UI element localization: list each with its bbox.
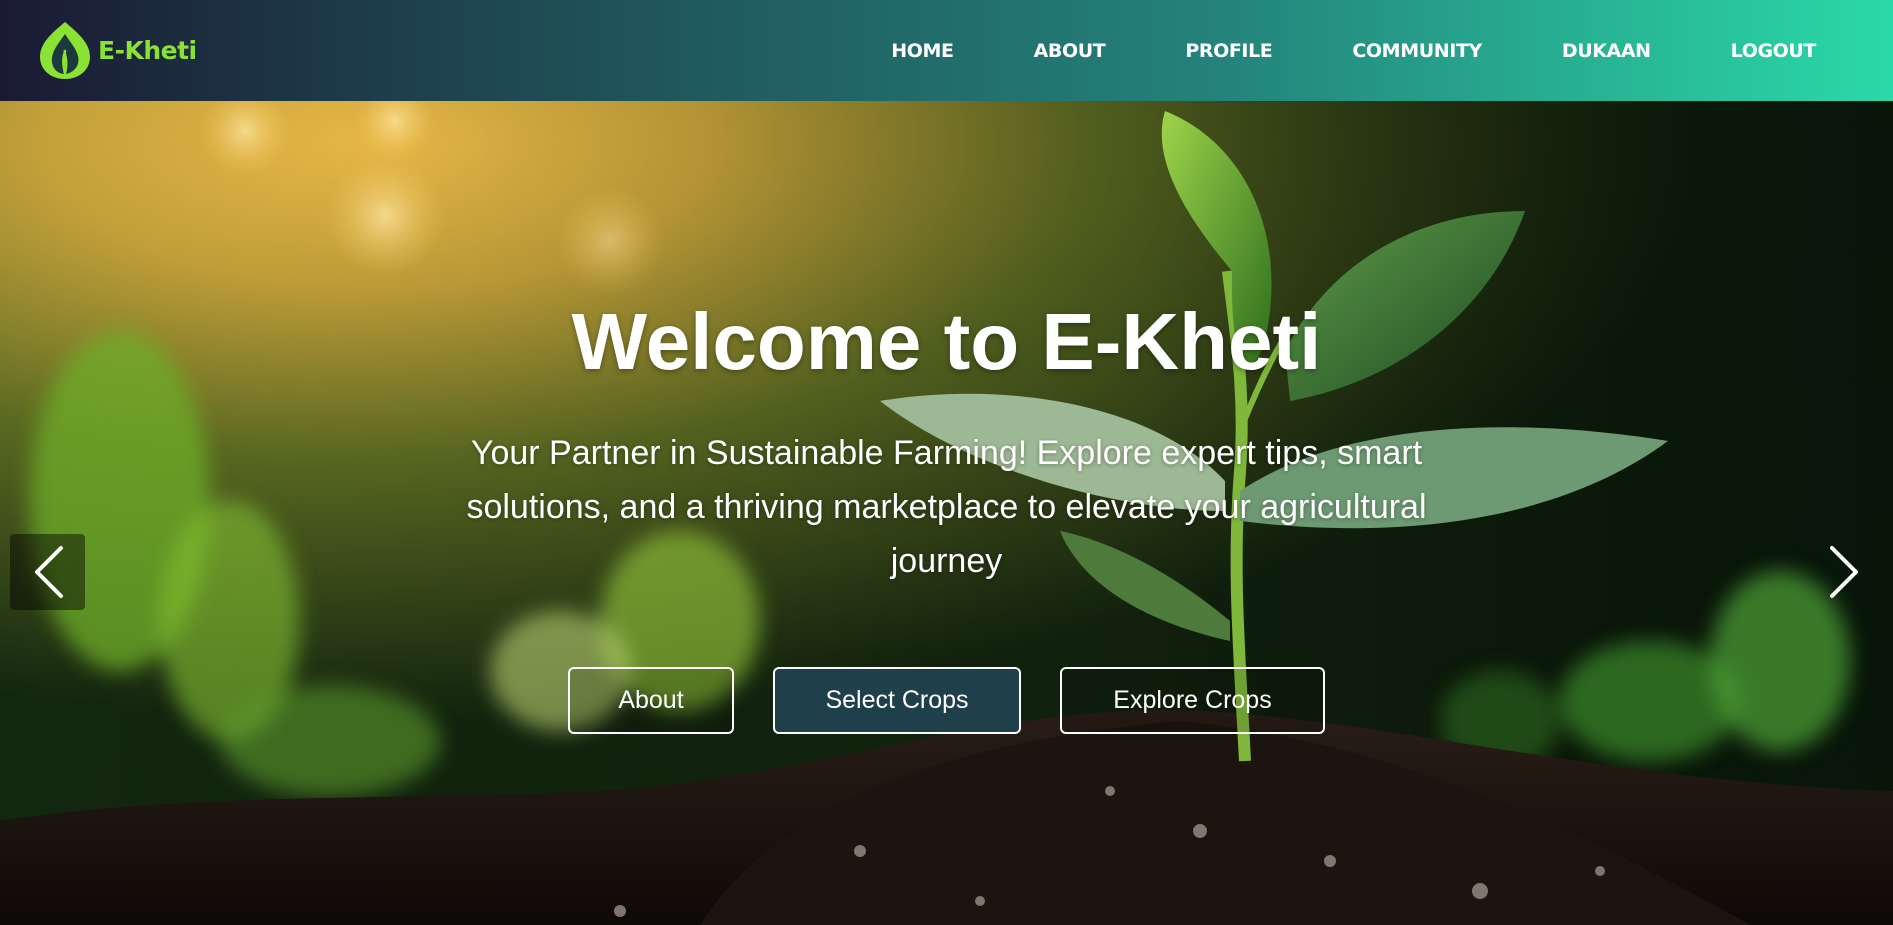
carousel-prev-button[interactable]: [10, 534, 85, 610]
chevron-right-icon: [1830, 546, 1858, 598]
brand-name: E-Kheti: [98, 35, 197, 65]
nav-home[interactable]: HOME: [891, 40, 954, 62]
nav-logout[interactable]: LOGOUT: [1731, 40, 1817, 62]
nav-about[interactable]: ABOUT: [1034, 40, 1106, 62]
hero-content: Welcome to E-Kheti Your Partner in Susta…: [0, 101, 1893, 925]
nav-dukaan[interactable]: DUKAAN: [1562, 40, 1651, 62]
carousel-next-button[interactable]: [1813, 534, 1877, 610]
nav-community[interactable]: COMMUNITY: [1352, 40, 1482, 62]
hero-title: Welcome to E-Kheti: [571, 297, 1322, 386]
nav-profile[interactable]: PROFILE: [1185, 40, 1272, 62]
top-navbar: E-Kheti HOME ABOUT PROFILE COMMUNITY DUK…: [0, 0, 1893, 101]
hero-carousel: Welcome to E-Kheti Your Partner in Susta…: [0, 101, 1893, 925]
chevron-left-icon: [34, 546, 63, 598]
about-button[interactable]: About: [568, 667, 734, 734]
main-nav: HOME ABOUT PROFILE COMMUNITY DUKAAN LOGO…: [891, 0, 1816, 101]
select-crops-button[interactable]: Select Crops: [773, 667, 1021, 734]
leaf-logo-icon: [36, 19, 94, 81]
explore-crops-button[interactable]: Explore Crops: [1060, 667, 1325, 734]
brand-logo-link[interactable]: E-Kheti: [36, 19, 197, 81]
hero-subtitle: Your Partner in Sustainable Farming! Exp…: [466, 434, 1427, 580]
